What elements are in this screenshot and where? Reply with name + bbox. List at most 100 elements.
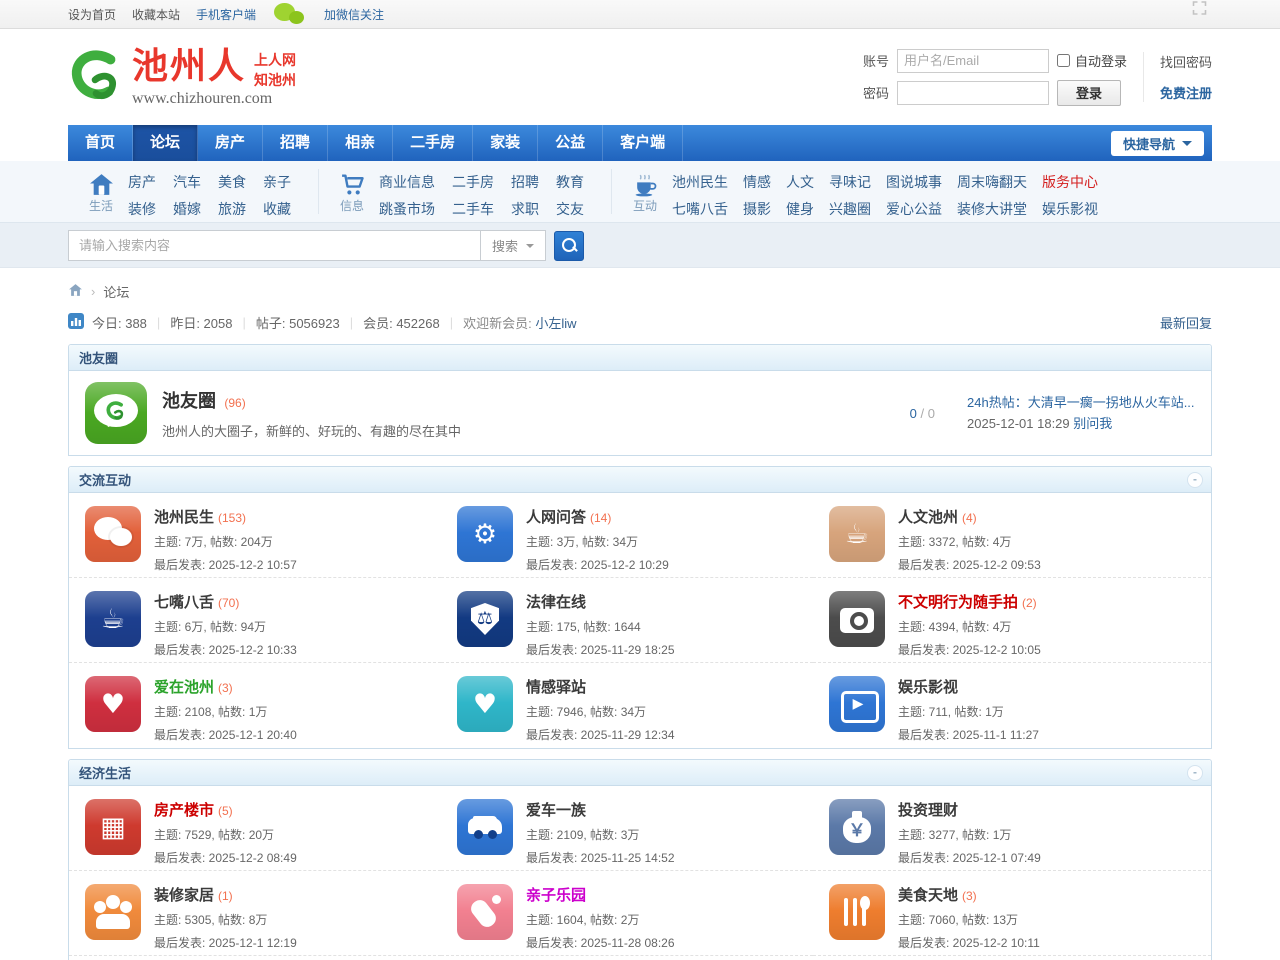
subnav-link[interactable]: 二手房: [452, 169, 494, 196]
subnav-link[interactable]: 亲子: [263, 169, 291, 196]
forum-link[interactable]: 爱在池州: [154, 679, 214, 696]
register-link[interactable]: 免费注册: [1160, 83, 1212, 102]
search-scope-dropdown[interactable]: 搜索: [480, 230, 546, 261]
forum-link[interactable]: 情感驿站: [526, 679, 586, 696]
mobile-client-link[interactable]: 手机客户端: [196, 6, 256, 23]
subnav-link[interactable]: 美食: [218, 169, 246, 196]
forum-link[interactable]: 七嘴八舌: [154, 594, 214, 611]
subnav-link[interactable]: 求职: [511, 196, 539, 223]
site-logo[interactable]: 池州人 上人网 知池州 www.chizhouren.com: [68, 46, 296, 109]
subnav-link[interactable]: 兴趣圈: [829, 196, 871, 223]
auto-login-checkbox[interactable]: [1057, 54, 1070, 67]
nav-item-dating[interactable]: 相亲: [328, 125, 393, 161]
utensils-icon[interactable]: [829, 884, 885, 940]
subnav-link[interactable]: 教育: [556, 169, 584, 196]
subnav-link[interactable]: 商业信息: [379, 169, 435, 196]
circle-forum-link[interactable]: 池友圈: [162, 391, 216, 411]
money-bag-icon[interactable]: ￥: [829, 799, 885, 855]
password-input[interactable]: [897, 81, 1049, 105]
forum-link[interactable]: 娱乐影视: [898, 679, 958, 696]
wechat-follow-link[interactable]: 加微信关注: [324, 6, 384, 23]
car-icon[interactable]: [457, 799, 513, 855]
nav-item-jobs[interactable]: 招聘: [263, 125, 328, 161]
latest-reply-link[interactable]: 最新回复: [1160, 313, 1212, 332]
forum-link[interactable]: 装修家居: [154, 887, 214, 904]
forum-link[interactable]: 投资理财: [898, 802, 958, 819]
teacup-icon[interactable]: ☕: [85, 591, 141, 647]
subnav-link[interactable]: 七嘴八舌: [672, 196, 728, 223]
subnav-link[interactable]: 娱乐影视: [1042, 196, 1098, 223]
camera-icon[interactable]: [829, 591, 885, 647]
subnav-link[interactable]: 汽车: [173, 169, 201, 196]
forum-link[interactable]: 人网问答: [526, 509, 586, 526]
forum-cell: ⚖ 法律在线 主题: 175, 帖数: 1644 最后发表: 2025-11-2…: [441, 578, 813, 663]
video-player-icon[interactable]: ▶: [829, 676, 885, 732]
subnav-link[interactable]: 装修: [128, 196, 156, 223]
account-input[interactable]: [897, 49, 1049, 73]
wechat-icon[interactable]: [274, 2, 310, 26]
subnav-link[interactable]: 池州民生: [672, 169, 728, 196]
hearts-icon[interactable]: ♥: [85, 676, 141, 732]
forum-link[interactable]: 亲子乐园: [526, 887, 586, 904]
subnav-link[interactable]: 爱心公益: [886, 196, 942, 223]
chat-bubbles-icon[interactable]: [85, 506, 141, 562]
subnav-link[interactable]: 周末嗨翻天: [957, 169, 1027, 196]
login-button[interactable]: 登录: [1057, 80, 1121, 106]
law-shield-icon[interactable]: ⚖: [457, 591, 513, 647]
fullscreen-icon[interactable]: [1191, 0, 1208, 19]
set-home-link[interactable]: 设为首页: [68, 6, 116, 23]
forum-link[interactable]: 美食天地: [898, 887, 958, 904]
subnav-link[interactable]: 婚嫁: [173, 196, 201, 223]
baby-bottle-icon[interactable]: [457, 884, 513, 940]
subnav-link[interactable]: 图说城事: [886, 169, 942, 196]
collapse-button[interactable]: -: [1187, 472, 1203, 488]
heart-icon[interactable]: ♥: [457, 676, 513, 732]
forum-link[interactable]: 爱车一族: [526, 802, 586, 819]
subnav-link[interactable]: 摄影: [743, 196, 771, 223]
subnav-link[interactable]: 寻味记: [829, 169, 871, 196]
forum-link[interactable]: 人文池州: [898, 509, 958, 526]
subnav-link-board-service[interactable]: 版务中心: [1042, 169, 1098, 196]
subnav-link[interactable]: 人文: [786, 169, 814, 196]
subnav-link[interactable]: 房产: [128, 169, 156, 196]
find-password-link[interactable]: 找回密码: [1160, 52, 1212, 71]
forum-link[interactable]: 池州民生: [154, 509, 214, 526]
icon-glyph: ▦: [100, 814, 126, 841]
forum-link[interactable]: 不文明行为随手拍: [898, 594, 1018, 611]
new-member-link[interactable]: 小左liw: [535, 313, 576, 332]
nav-item-house[interactable]: 房产: [198, 125, 263, 161]
nav-item-client[interactable]: 客户端: [603, 125, 683, 161]
add-favorite-link[interactable]: 收藏本站: [132, 6, 180, 23]
forum-last-post: 最后发表: 2025-12-2 10:05: [898, 641, 1041, 658]
search-input[interactable]: [68, 230, 480, 261]
collapse-button[interactable]: -: [1187, 765, 1203, 781]
nav-item-charity[interactable]: 公益: [538, 125, 603, 161]
subnav-link[interactable]: 收藏: [263, 196, 291, 223]
subnav-link[interactable]: 装修大讲堂: [957, 196, 1027, 223]
wrench-icon[interactable]: ⚙: [457, 506, 513, 562]
people-group-icon[interactable]: [85, 884, 141, 940]
hot-post-link[interactable]: 24h热帖：大清早一瘸一拐地从火车站...: [967, 392, 1195, 413]
last-post-user-link[interactable]: 别问我: [1073, 416, 1112, 431]
circle-forum-icon[interactable]: [85, 382, 147, 444]
subnav-link[interactable]: 招聘: [511, 169, 539, 196]
subnav-link[interactable]: 健身: [786, 196, 814, 223]
nav-item-secondhand-house[interactable]: 二手房: [393, 125, 473, 161]
forum-cell: 爱车一族 主题: 2109, 帖数: 3万 最后发表: 2025-11-25 1…: [441, 786, 813, 871]
search-button[interactable]: [554, 231, 584, 261]
subnav-link[interactable]: 旅游: [218, 196, 246, 223]
forum-link[interactable]: 法律在线: [526, 594, 586, 611]
breadcrumb-home-icon[interactable]: [68, 283, 83, 300]
nav-item-home[interactable]: 首页: [68, 125, 133, 161]
quick-nav-button[interactable]: 快捷导航: [1111, 131, 1204, 156]
nav-item-decoration[interactable]: 家装: [473, 125, 538, 161]
subnav-link[interactable]: 交友: [556, 196, 584, 223]
coffee-cup-icon[interactable]: ☕: [829, 506, 885, 562]
forum-link[interactable]: 房产楼市: [154, 802, 214, 819]
subnav-link[interactable]: 跳蚤市场: [379, 196, 435, 223]
subnav-link[interactable]: 情感: [743, 169, 771, 196]
building-icon[interactable]: ▦: [85, 799, 141, 855]
nav-item-forum[interactable]: 论坛: [133, 125, 198, 161]
password-label: 密码: [863, 83, 889, 102]
subnav-link[interactable]: 二手车: [452, 196, 494, 223]
